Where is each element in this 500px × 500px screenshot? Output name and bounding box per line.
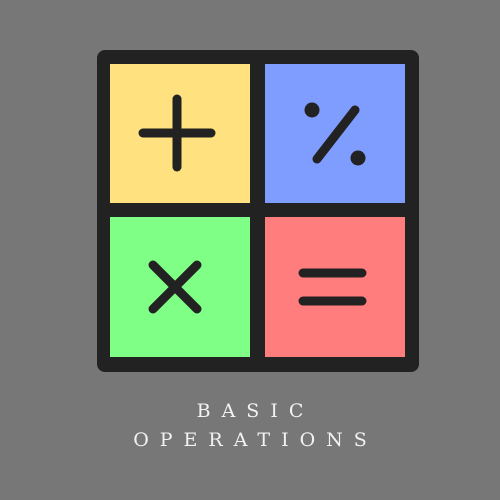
percent-dot-bottom [350, 150, 366, 166]
plus-tile [110, 64, 250, 203]
percent-dot-top [304, 102, 320, 118]
equals-tile [265, 217, 405, 357]
percent-icon [265, 64, 405, 203]
equals-icon [265, 217, 405, 357]
plus-icon [110, 64, 250, 203]
times-icon [110, 217, 250, 357]
logo-canvas: BASIC OPERATIONS [0, 0, 500, 500]
equals-tile-background [265, 217, 405, 357]
caption-line-2: OPERATIONS [133, 429, 378, 451]
percent-tile [265, 64, 405, 203]
times-tile [110, 217, 250, 357]
operations-logo [97, 50, 419, 372]
caption-line-1: BASIC [196, 400, 315, 422]
